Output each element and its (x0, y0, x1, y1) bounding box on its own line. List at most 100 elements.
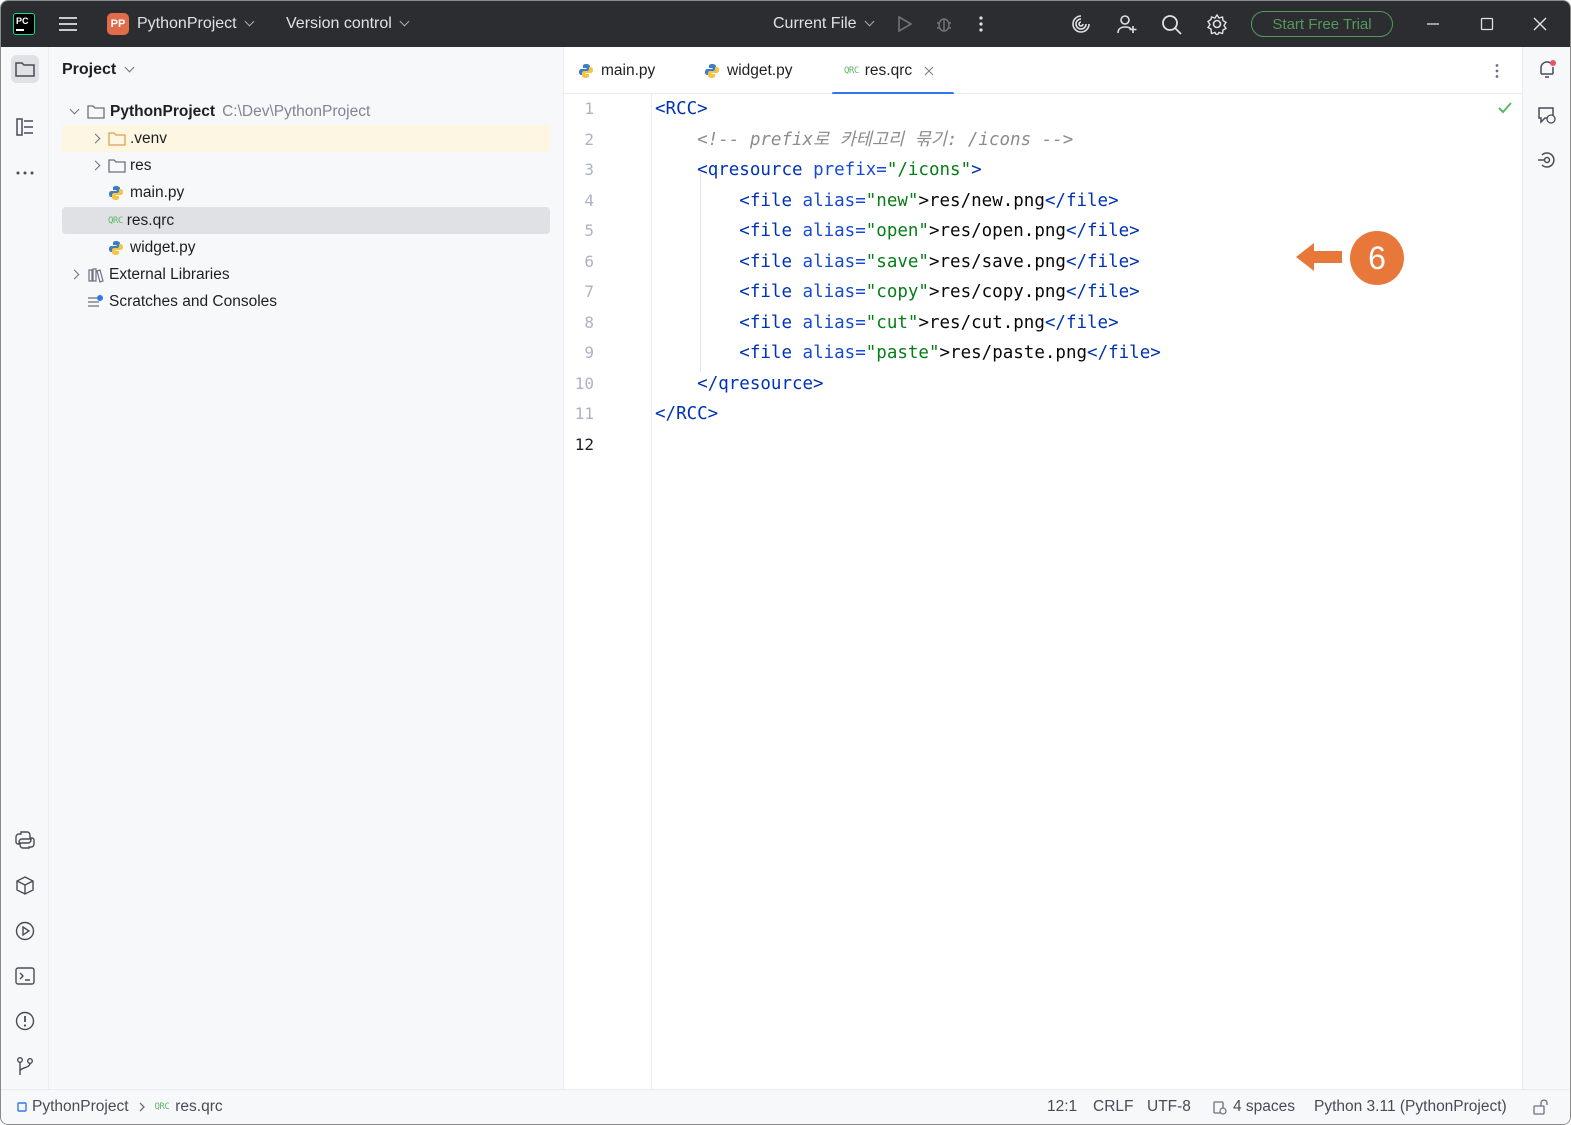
git-branch-icon (17, 1057, 33, 1075)
pycharm-logo-icon[interactable]: PC (13, 13, 35, 35)
main-menu-button[interactable] (58, 1, 78, 47)
code-line-3: <qresource prefix="/icons"> (697, 160, 982, 180)
qrc-file-icon: QRC (108, 215, 123, 226)
run-button[interactable] (897, 1, 913, 47)
bell-icon (1540, 60, 1556, 78)
run-icon (898, 15, 913, 33)
module-icon (17, 1102, 27, 1112)
python-file-icon (109, 185, 123, 200)
tree-item-res[interactable]: res (62, 152, 550, 179)
git-button[interactable] (11, 1052, 39, 1080)
project-name: PythonProject (137, 15, 237, 32)
run-config-selector[interactable]: Current File (773, 1, 875, 47)
line-separator[interactable]: CRLF (1093, 1090, 1133, 1124)
tree-item-venv[interactable]: .venv (62, 125, 550, 152)
left-tool-stripe (1, 47, 49, 1089)
start-free-trial-button[interactable]: Start Free Trial (1251, 11, 1393, 37)
line-number: 1 (584, 99, 594, 118)
project-panel-title: Project (62, 61, 117, 78)
close-icon (1533, 17, 1547, 31)
line-number: 7 (584, 282, 594, 301)
endpoints-icon (1538, 152, 1555, 168)
add-user-icon (1117, 15, 1137, 34)
tree-item-main-py[interactable]: main.py (62, 179, 550, 206)
ide-window: PC PP PythonProject Version control Curr… (0, 0, 1571, 1125)
qrc-file-icon: QRC (154, 1102, 170, 1112)
notifications-button[interactable] (1533, 55, 1561, 83)
project-badge: PP (107, 13, 129, 35)
code-line-4: <file alias="new">res/new.png</file> (739, 191, 1119, 211)
code-line-7: <file alias="copy">res/copy.png</file> (739, 282, 1140, 302)
no-problems-check-icon[interactable] (1498, 102, 1512, 114)
code-line-2: <!-- prefix로 카테고리 묶기: /icons --> (697, 130, 1074, 150)
tree-root-label: PythonProject (110, 102, 216, 120)
problems-button[interactable] (11, 1007, 39, 1035)
tree-item-external-libraries[interactable]: External Libraries (62, 261, 550, 288)
python-file-icon (109, 240, 123, 255)
line-number: 6 (584, 252, 594, 271)
minimize-button[interactable] (1426, 1, 1440, 47)
close-window-button[interactable] (1533, 1, 1547, 47)
project-tool-button[interactable] (11, 55, 39, 83)
python-console-button[interactable] (11, 826, 39, 854)
line-number: 8 (584, 313, 594, 332)
maximize-button[interactable] (1480, 1, 1494, 47)
more-tools-button[interactable] (11, 159, 39, 187)
tree-item-scratches[interactable]: Scratches and Consoles (62, 288, 550, 315)
structure-tool-button[interactable] (11, 113, 39, 141)
qrc-file-icon: QRC (844, 65, 859, 76)
caret-position[interactable]: 12:1 (1047, 1090, 1077, 1124)
chevron-down-icon (124, 62, 135, 73)
version-control-label: Version control (286, 15, 392, 32)
code-with-me-button[interactable] (1116, 1, 1138, 47)
close-tab-icon[interactable] (924, 66, 934, 76)
tab-label: widget.py (727, 61, 793, 79)
indent-label: 4 spaces (1233, 1098, 1296, 1115)
line-number: 5 (584, 221, 594, 240)
python-console-icon (15, 831, 35, 849)
collapse-arrow-icon (90, 133, 100, 144)
services-icon (15, 921, 35, 941)
terminal-button[interactable] (11, 962, 39, 990)
tab-res-qrc[interactable]: QRC res.qrc (831, 47, 955, 95)
warning-circle-icon (15, 1011, 35, 1031)
line-number: 10 (574, 374, 594, 393)
more-vertical-icon (1495, 63, 1499, 78)
settings-button[interactable] (1206, 1, 1228, 47)
expand-arrow-icon (69, 104, 79, 115)
line-number-gutter[interactable]: 1 2 3 4 5 6 7 8 9 10 11 12 (564, 94, 652, 1089)
debug-button[interactable] (935, 1, 953, 47)
project-widget[interactable]: PP PythonProject (107, 1, 255, 47)
tree-item-res-qrc[interactable]: QRC res.qrc (62, 207, 550, 234)
more-actions-button[interactable] (978, 1, 984, 47)
tree-root-pythonproject[interactable]: PythonProject C:\Dev\PythonProject (62, 98, 550, 125)
breadcrumb-file[interactable]: res.qrc (175, 1098, 222, 1116)
tab-label: main.py (601, 61, 656, 79)
tree-item-widget-py[interactable]: widget.py (62, 234, 550, 261)
project-panel-header[interactable]: Project (62, 61, 135, 79)
ai-chat-button[interactable] (1533, 101, 1561, 129)
right-tool-stripe (1522, 47, 1570, 1089)
python-interpreter[interactable]: Python 3.11 (PythonProject) (1314, 1090, 1507, 1124)
tree-item-label: res (130, 156, 152, 174)
ai-assistant-button[interactable] (1070, 1, 1092, 47)
read-only-toggle[interactable] (1532, 1090, 1548, 1124)
search-everywhere-button[interactable] (1161, 1, 1182, 47)
project-tool-window: Project PythonProject C:\Dev\PythonProje… (49, 47, 564, 1089)
indent-lock-icon (1213, 1101, 1227, 1115)
tab-options-button[interactable] (1494, 47, 1500, 94)
tab-widget-py[interactable]: widget.py (704, 47, 792, 94)
python-packages-button[interactable] (11, 872, 39, 900)
endpoints-button[interactable] (1533, 146, 1561, 174)
indent-setting[interactable]: 4 spaces (1212, 1090, 1295, 1124)
line-number: 9 (584, 343, 594, 362)
breadcrumb-project[interactable]: PythonProject (32, 1098, 129, 1116)
line-number-current: 12 (574, 435, 594, 454)
version-control-widget[interactable]: Version control (286, 1, 410, 47)
tab-main-py[interactable]: main.py (578, 47, 655, 94)
file-encoding[interactable]: UTF-8 (1147, 1090, 1191, 1124)
collapse-arrow-icon (69, 269, 79, 280)
services-button[interactable] (11, 917, 39, 945)
tree-item-label: Scratches and Consoles (109, 292, 278, 310)
line-number: 11 (574, 404, 594, 423)
